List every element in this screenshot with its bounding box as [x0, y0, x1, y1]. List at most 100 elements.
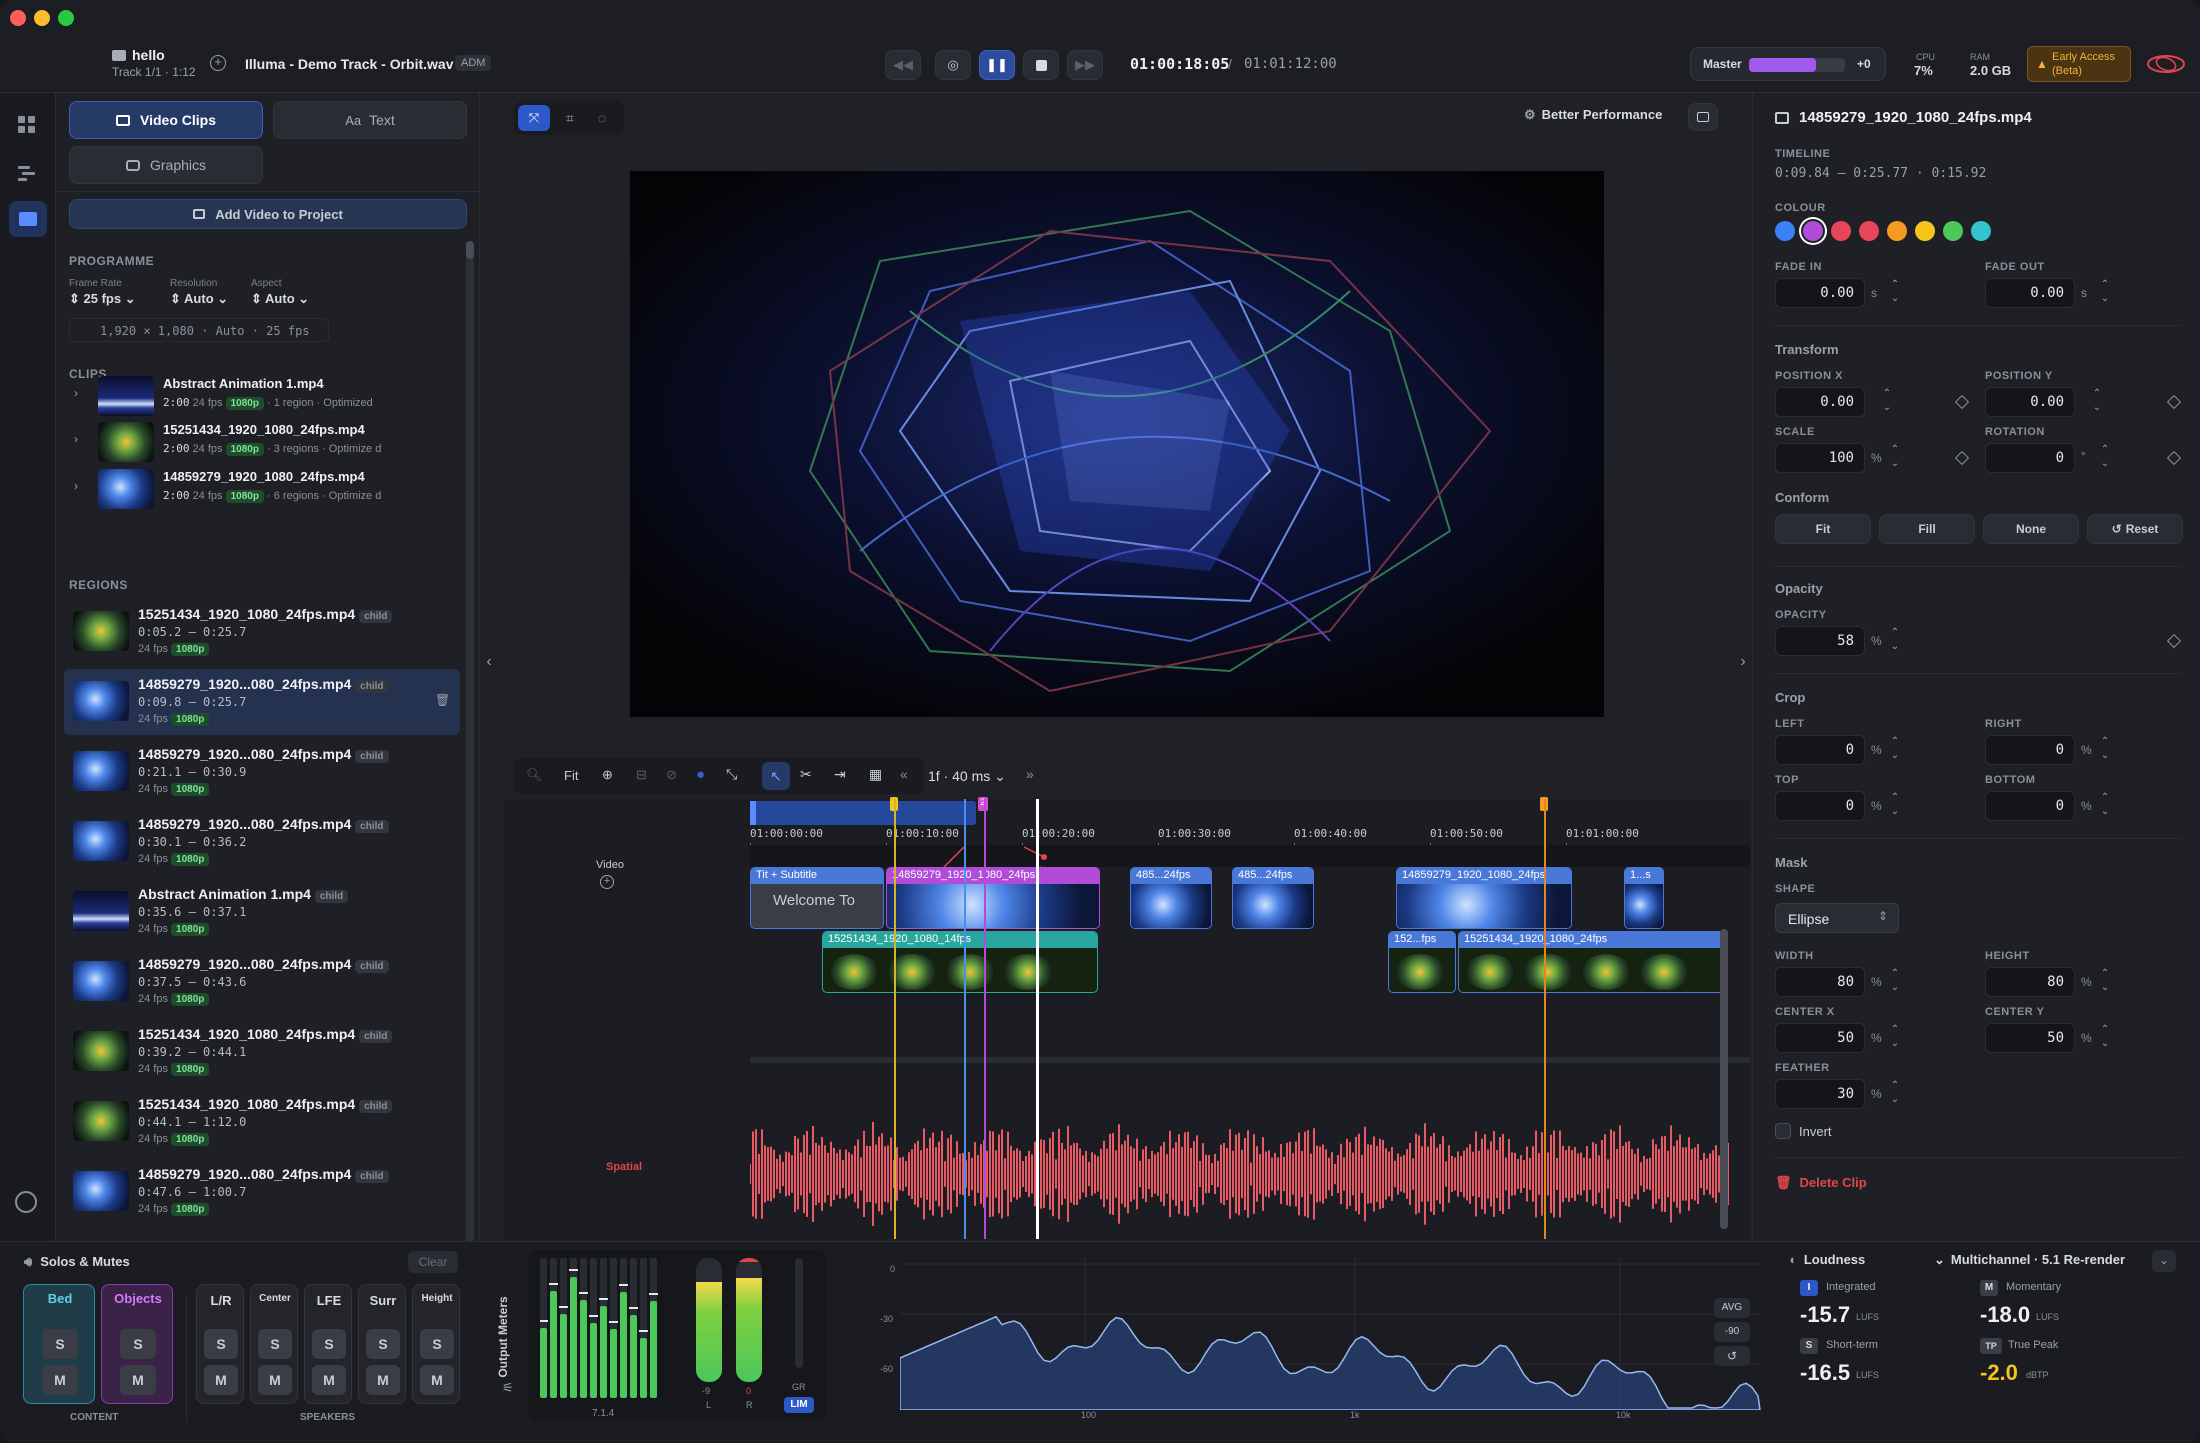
- position-y-stepper[interactable]: ⌃ ⌄: [2089, 387, 2105, 417]
- expand-chevron-icon[interactable]: ›: [74, 386, 78, 400]
- add-track-icon[interactable]: +: [210, 55, 226, 71]
- limiter-button[interactable]: LIM: [784, 1397, 814, 1413]
- rotation-input[interactable]: 0: [1985, 443, 2075, 473]
- close-window-button[interactable]: [10, 10, 26, 26]
- speaker-solo-button[interactable]: S: [366, 1329, 400, 1359]
- region-item[interactable]: 15251434_1920_1080_24fps.mp4 child 0:05.2…: [56, 599, 466, 665]
- scissors-icon[interactable]: ✂: [800, 766, 812, 783]
- fade-in-stepper[interactable]: ⌃ ⌄: [1887, 278, 1903, 308]
- feather-stepper[interactable]: ⌃ ⌄: [1887, 1079, 1903, 1109]
- speaker-solo-button[interactable]: S: [420, 1329, 454, 1359]
- record-icon[interactable]: ●: [696, 766, 705, 783]
- meters-settings-icon[interactable]: ⚟: [502, 1380, 514, 1396]
- crop-top-stepper[interactable]: ⌃ ⌄: [1887, 791, 1903, 821]
- pause-button[interactable]: ❚❚: [979, 50, 1015, 80]
- region-item[interactable]: 14859279_1920...080_24fps.mp4 child 0:47.…: [56, 1159, 466, 1225]
- conform-fill-button[interactable]: Fill: [1879, 514, 1975, 544]
- zoom-window-button[interactable]: [58, 10, 74, 26]
- stop-button[interactable]: [1023, 50, 1059, 80]
- region-item[interactable]: 15251434_1920_1080_24fps.mp4 child 0:44.1…: [56, 1089, 466, 1155]
- conform-fit-button[interactable]: Fit: [1775, 514, 1871, 544]
- frame-rate-select[interactable]: ⇕ 25 fps ⌄: [69, 291, 136, 307]
- shape-select[interactable]: Ellipse ⇕: [1775, 903, 1899, 933]
- timeline[interactable]: 01:00:00:00 01:00:10:00 01:00:20:00 01:00:3…: [504, 797, 1750, 1239]
- early-access-badge[interactable]: ▲ Early Access (Beta): [2027, 46, 2131, 82]
- clip-item[interactable]: › 14859279_1920_1080_24fps.mp4 2:00 24 fps…: [56, 469, 466, 515]
- speaker-mute-button[interactable]: M: [420, 1365, 454, 1395]
- colour-swatch[interactable]: [1971, 221, 1991, 241]
- fast-forward-button[interactable]: ▶▶: [1067, 50, 1103, 80]
- next-frame-icon[interactable]: »: [1026, 766, 1034, 782]
- grid-icon[interactable]: [17, 115, 37, 135]
- position-x-keyframe-icon[interactable]: [1954, 394, 1970, 410]
- fade-out-input[interactable]: 0.00: [1985, 278, 2075, 308]
- better-performance-toggle[interactable]: ⚙ Better Performance: [1524, 107, 1662, 123]
- transform-tool-icon[interactable]: ⤧: [518, 105, 550, 131]
- minimize-window-button[interactable]: [34, 10, 50, 26]
- tab-graphics[interactable]: Graphics: [69, 146, 263, 184]
- video-preview[interactable]: [630, 171, 1604, 717]
- pointer-tool-icon[interactable]: ↖: [762, 762, 790, 790]
- mask-width-input[interactable]: 80: [1775, 967, 1865, 997]
- opacity-keyframe-icon[interactable]: [2166, 633, 2182, 649]
- position-x-input[interactable]: 0.00: [1775, 387, 1865, 417]
- mask-width-stepper[interactable]: ⌃ ⌄: [1887, 967, 1903, 997]
- rotation-stepper[interactable]: ⌃ ⌄: [2097, 443, 2113, 473]
- opacity-input[interactable]: 58: [1775, 626, 1865, 656]
- orbit-logo-icon[interactable]: [2146, 52, 2186, 76]
- prev-frame-icon[interactable]: «: [900, 766, 908, 782]
- center-y-stepper[interactable]: ⌃ ⌄: [2097, 1023, 2113, 1053]
- position-x-stepper[interactable]: ⌃ ⌄: [1879, 387, 1895, 417]
- timeline-icon[interactable]: [17, 163, 37, 183]
- multichannel-select[interactable]: ⌄ Multichannel · 5.1 Re-render: [1934, 1252, 2125, 1268]
- center-x-input[interactable]: 50: [1775, 1023, 1865, 1053]
- colour-swatch[interactable]: [1887, 221, 1907, 241]
- speaker-mute-button[interactable]: M: [204, 1365, 238, 1395]
- rotation-keyframe-icon[interactable]: [2166, 450, 2182, 466]
- timeline-video-clip[interactable]: 15251434_1920_1080_24fps: [1458, 931, 1724, 993]
- timeline-scrollbar[interactable]: [1720, 929, 1728, 1229]
- expand-chevron-icon[interactable]: ›: [74, 432, 78, 446]
- colour-swatch[interactable]: [1775, 221, 1795, 241]
- settings-gear-icon[interactable]: [15, 1191, 37, 1213]
- speaker-mute-button[interactable]: M: [366, 1365, 400, 1395]
- colour-swatch[interactable]: [1831, 221, 1851, 241]
- bed-mute-button[interactable]: M: [42, 1365, 78, 1395]
- fade-out-stepper[interactable]: ⌃ ⌄: [2097, 278, 2113, 308]
- avg-button[interactable]: AVG: [1714, 1298, 1750, 1318]
- speaker-solo-button[interactable]: S: [258, 1329, 292, 1359]
- position-y-input[interactable]: 0.00: [1985, 387, 2075, 417]
- mask-height-input[interactable]: 80: [1985, 967, 2075, 997]
- position-y-keyframe-icon[interactable]: [2166, 394, 2182, 410]
- scale-keyframe-icon[interactable]: [1954, 450, 1970, 466]
- playhead[interactable]: [1036, 799, 1039, 1239]
- timeline-video-clip[interactable]: Tit + Subtitle Welcome To: [750, 867, 884, 929]
- ripple-icon[interactable]: ⇥: [834, 766, 846, 783]
- tab-video-clips[interactable]: Video Clips: [69, 101, 263, 139]
- expand-chevron-icon[interactable]: ›: [74, 479, 78, 493]
- opacity-stepper[interactable]: ⌃ ⌄: [1887, 626, 1903, 656]
- spectrum-reset-icon[interactable]: ↺: [1714, 1346, 1750, 1366]
- timeline-video-clip[interactable]: 1...s: [1624, 867, 1664, 929]
- master-volume[interactable]: Master +0: [1690, 47, 1886, 81]
- add-video-track-icon[interactable]: +: [600, 875, 614, 889]
- region-item[interactable]: 15251434_1920_1080_24fps.mp4 child 0:39.2…: [56, 1019, 466, 1085]
- grid-snap-icon[interactable]: ▦: [869, 766, 882, 783]
- resolution-select[interactable]: ⇕ Auto ⌄: [170, 291, 228, 307]
- region-item[interactable]: 14859279_1920...080_24fps.mp4 child 0:37.…: [56, 949, 466, 1015]
- region-item[interactable]: 14859279_1920...080_24fps.mp4 child 0:30.…: [56, 809, 466, 875]
- crop-left-input[interactable]: 0: [1775, 735, 1865, 765]
- collapse-left-icon[interactable]: ‹: [480, 653, 498, 683]
- colour-swatch[interactable]: [1915, 221, 1935, 241]
- region-item[interactable]: 14859279_1920...080_24fps.mp4 child 0:21.…: [56, 739, 466, 805]
- aspect-select[interactable]: ⇕ Auto ⌄: [251, 291, 309, 307]
- tab-text[interactable]: Aa Text: [273, 101, 467, 139]
- add-video-button[interactable]: Add Video to Project: [69, 199, 467, 229]
- floor-button[interactable]: -90: [1714, 1322, 1750, 1342]
- link-icon[interactable]: ⊘: [666, 767, 677, 783]
- mask-height-stepper[interactable]: ⌃ ⌄: [2097, 967, 2113, 997]
- crop-bottom-input[interactable]: 0: [1985, 791, 2075, 821]
- timeline-video-clip[interactable]: 485...24fps: [1232, 867, 1314, 929]
- clip-item[interactable]: › Abstract Animation 1.mp4 2:00 24 fps 108…: [56, 376, 466, 422]
- mask-tool-icon[interactable]: ◌: [588, 105, 616, 131]
